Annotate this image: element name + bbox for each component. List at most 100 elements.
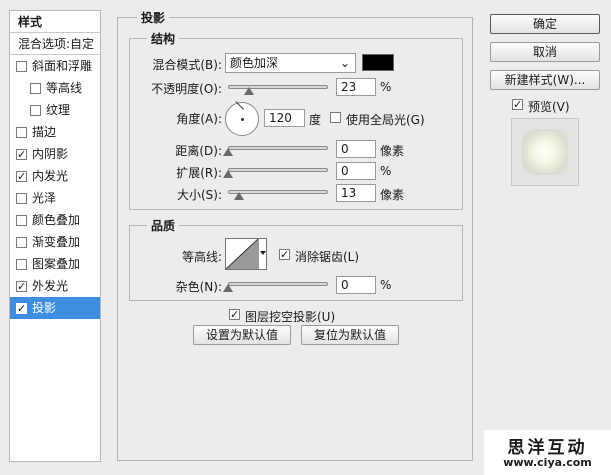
watermark-title: 思洋互动 <box>507 438 588 458</box>
spread-unit: % <box>380 164 392 178</box>
noise-input[interactable]: 0 <box>336 276 376 294</box>
noise-slider-track[interactable] <box>228 282 328 286</box>
style-item[interactable]: ✓ 内发光 <box>10 165 100 187</box>
style-item[interactable]: 光泽 <box>10 187 100 209</box>
style-item-label: 等高线 <box>46 81 83 95</box>
size-slider-thumb[interactable] <box>234 192 244 200</box>
style-item-label: 纹理 <box>46 103 71 117</box>
style-item[interactable]: 颜色叠加 <box>10 209 100 231</box>
contour-picker[interactable] <box>225 238 267 270</box>
style-item-checkbox[interactable] <box>16 61 27 72</box>
distance-input[interactable]: 0 <box>336 140 376 158</box>
knockout-label: 图层挖空投影(U) <box>245 310 336 324</box>
spread-input[interactable]: 0 <box>336 162 376 180</box>
knockout-checkbox[interactable]: ✓ <box>229 309 240 320</box>
blending-options-item[interactable]: 混合选项:自定 <box>10 33 100 55</box>
blend-mode-value: 颜色加深 <box>230 56 279 70</box>
contour-dropdown-arrow[interactable] <box>258 239 267 269</box>
spread-label: 扩展(R): <box>176 166 222 180</box>
structure-legend: 结构 <box>147 30 180 47</box>
angle-unit: 度 <box>309 113 322 127</box>
style-item[interactable]: 图案叠加 <box>10 253 100 275</box>
opacity-unit: % <box>380 80 392 94</box>
style-item-label: 渐变叠加 <box>32 235 81 249</box>
noise-slider-thumb[interactable] <box>223 284 233 292</box>
drop-shadow-title: 投影 <box>137 9 170 26</box>
preview-swatch <box>522 129 568 175</box>
noise-unit: % <box>380 278 392 292</box>
style-item-checkbox[interactable]: ✓ <box>16 281 27 292</box>
distance-slider-thumb[interactable] <box>223 148 233 156</box>
style-item[interactable]: 描边 <box>10 121 100 143</box>
angle-input[interactable]: 120 <box>264 109 305 127</box>
style-item-label: 外发光 <box>32 279 69 293</box>
style-item-label: 投影 <box>32 301 57 315</box>
style-preview-thumbnail <box>511 118 579 186</box>
blend-mode-label: 混合模式(B): <box>152 58 222 72</box>
spread-slider-track[interactable] <box>228 168 328 172</box>
blend-mode-select[interactable]: 颜色加深 ⌄ <box>225 53 356 73</box>
preview-checkbox[interactable]: ✓ <box>512 99 523 110</box>
watermark-url: www.ciya.com <box>503 456 592 469</box>
styles-header: 样式 <box>10 11 100 33</box>
style-item-checkbox[interactable] <box>16 215 27 226</box>
angle-dial-needle <box>235 101 244 110</box>
new-style-button[interactable]: 新建样式(W)... <box>490 70 600 90</box>
style-item-label: 内发光 <box>32 169 69 183</box>
opacity-slider-track[interactable] <box>228 85 328 89</box>
style-item-checkbox[interactable]: ✓ <box>16 171 27 182</box>
anti-alias-checkbox[interactable]: ✓ <box>279 249 290 260</box>
style-item-label: 斜面和浮雕 <box>32 59 93 73</box>
style-item-label: 颜色叠加 <box>32 213 81 227</box>
style-item-label: 内阴影 <box>32 147 69 161</box>
global-light-label: 使用全局光(G) <box>346 113 425 127</box>
opacity-slider-thumb[interactable] <box>244 87 254 95</box>
angle-label: 角度(A): <box>176 112 222 126</box>
distance-unit: 像素 <box>380 144 405 158</box>
size-unit: 像素 <box>380 188 405 202</box>
style-item[interactable]: ✓ 外发光 <box>10 275 100 297</box>
reset-default-button[interactable]: 复位为默认值 <box>301 325 399 345</box>
global-light-checkbox[interactable] <box>330 112 341 123</box>
quality-legend: 品质 <box>147 217 180 234</box>
style-item-checkbox[interactable] <box>16 259 27 270</box>
style-item-label: 描边 <box>32 125 57 139</box>
style-item[interactable]: 渐变叠加 <box>10 231 100 253</box>
contour-label: 等高线: <box>181 250 222 264</box>
opacity-input[interactable]: 23 <box>336 78 376 96</box>
style-item[interactable]: 等高线 <box>10 77 100 99</box>
style-item-checkbox[interactable] <box>30 105 41 116</box>
style-item-label: 图案叠加 <box>32 257 81 271</box>
chevron-down-icon: ⌄ <box>339 56 350 70</box>
style-item[interactable]: ✓ 投影 <box>10 297 100 319</box>
style-item-checkbox[interactable] <box>16 237 27 248</box>
style-item-label: 光泽 <box>32 191 57 205</box>
style-item-checkbox[interactable] <box>16 127 27 138</box>
contour-curve-icon <box>226 239 258 269</box>
distance-label: 距离(D): <box>175 144 222 158</box>
opacity-label: 不透明度(O): <box>151 82 222 96</box>
ok-button[interactable]: 确定 <box>490 14 600 34</box>
style-item-checkbox[interactable]: ✓ <box>16 303 27 314</box>
style-item[interactable]: 纹理 <box>10 99 100 121</box>
noise-label: 杂色(N): <box>175 280 222 294</box>
angle-dial[interactable] <box>225 101 259 136</box>
style-item-checkbox[interactable] <box>16 193 27 204</box>
preview-label: 预览(V) <box>528 100 570 114</box>
style-item-checkbox[interactable] <box>30 83 41 94</box>
distance-slider-track[interactable] <box>228 146 328 150</box>
style-item-checkbox[interactable]: ✓ <box>16 149 27 160</box>
set-default-button[interactable]: 设置为默认值 <box>193 325 291 345</box>
size-input[interactable]: 13 <box>336 184 376 202</box>
cancel-button[interactable]: 取消 <box>490 42 600 62</box>
style-item[interactable]: ✓ 内阴影 <box>10 143 100 165</box>
caret-down-icon <box>260 251 266 255</box>
styles-panel: 样式 混合选项:自定 斜面和浮雕等高线纹理描边 ✓ 内阴影 ✓ 内发光光泽颜色叠加渐变叠… <box>9 10 101 462</box>
anti-alias-label: 消除锯齿(L) <box>295 250 360 264</box>
spread-slider-thumb[interactable] <box>223 170 233 178</box>
style-item[interactable]: 斜面和浮雕 <box>10 55 100 77</box>
shadow-color-swatch[interactable] <box>362 54 394 71</box>
watermark: 思洋互动 www.ciya.com <box>484 430 611 475</box>
angle-dial-center <box>241 118 244 121</box>
size-label: 大小(S): <box>176 188 222 202</box>
